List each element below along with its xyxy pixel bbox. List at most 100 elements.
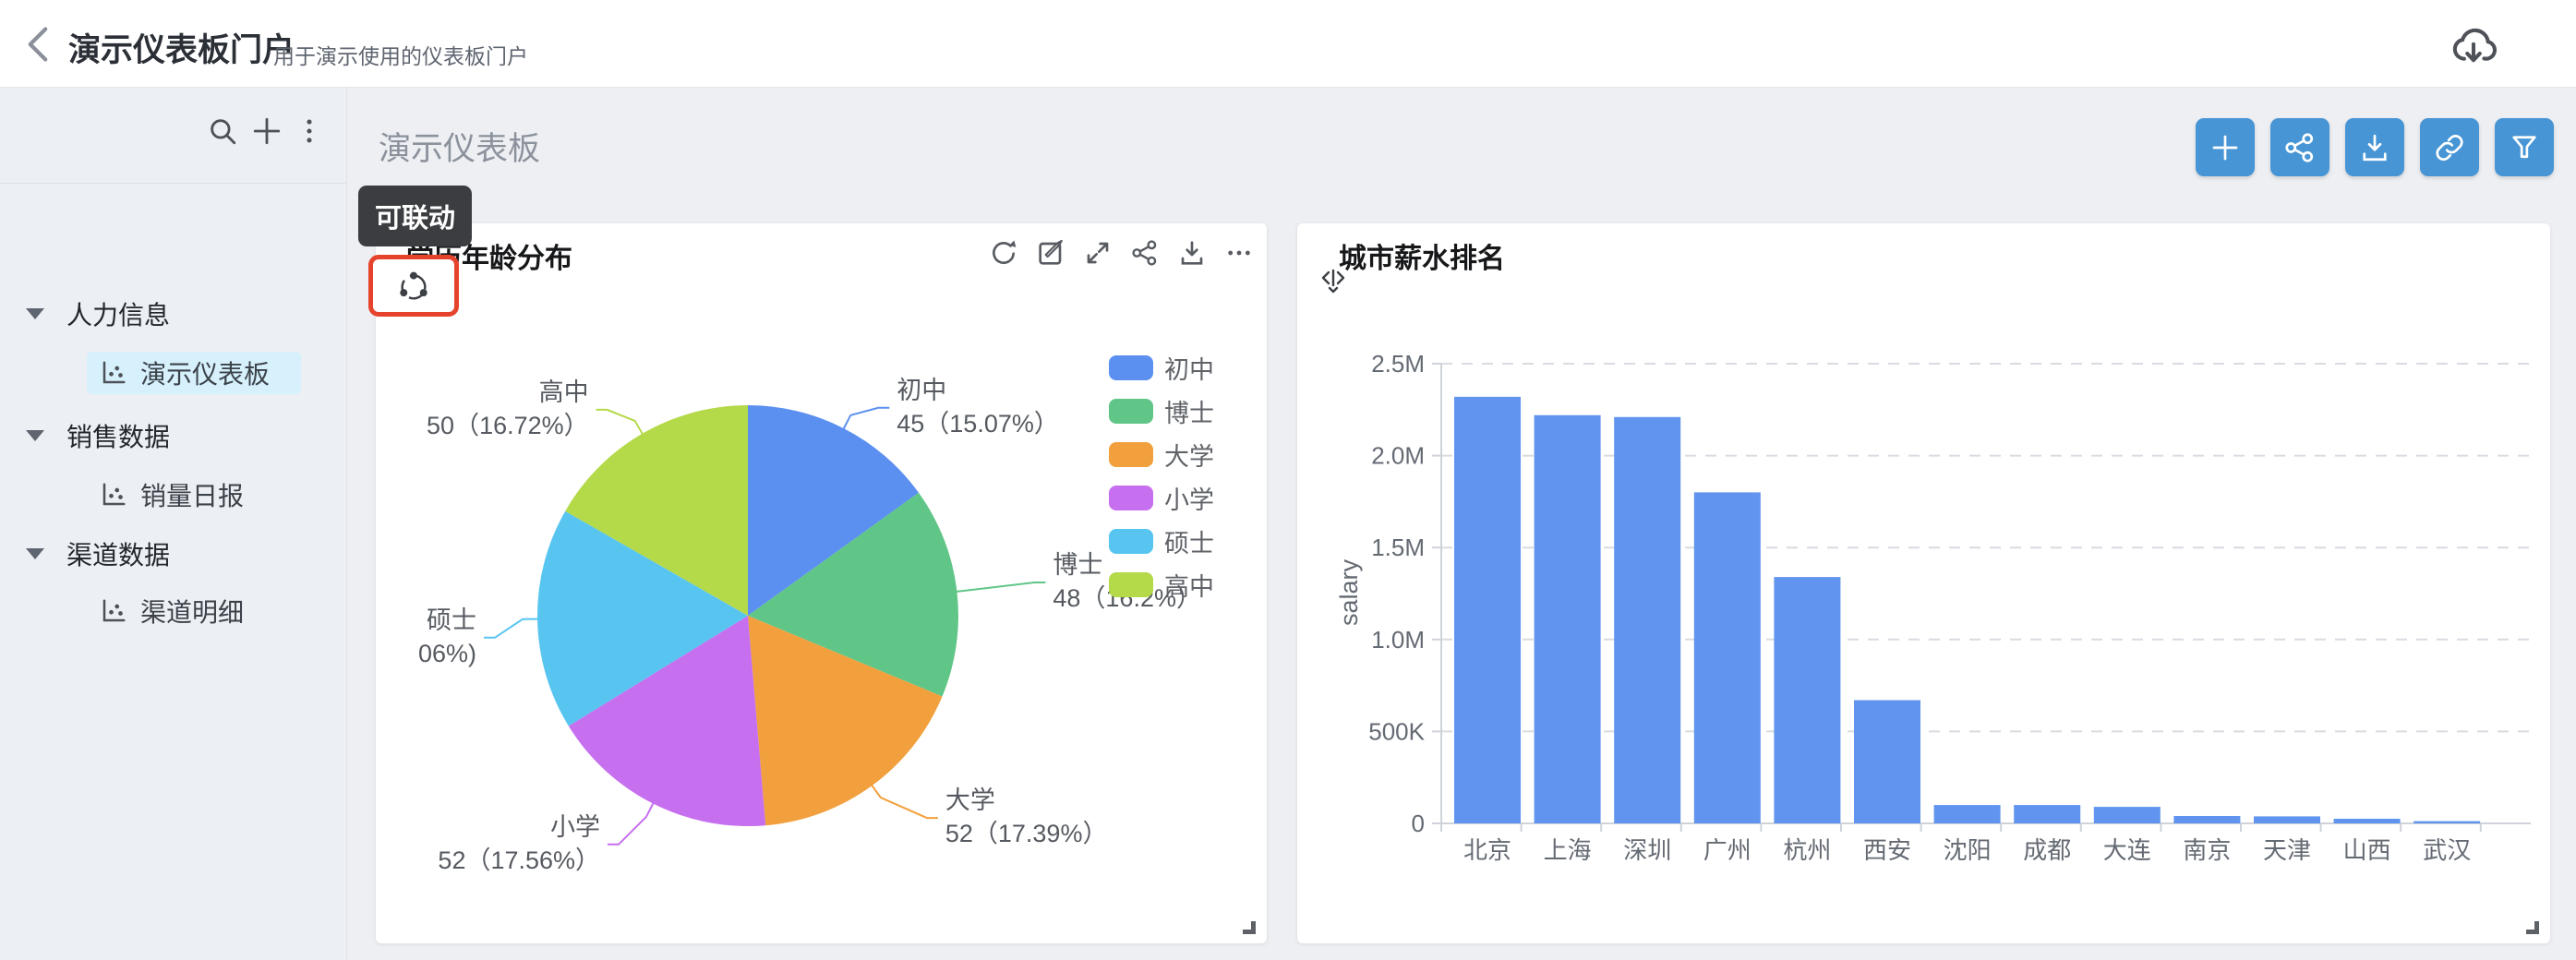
portal-subtitle: 用于演示使用的仪表板门户 xyxy=(273,39,528,70)
pie-data-label: 大学 xyxy=(945,786,995,814)
legend-swatch xyxy=(1109,355,1153,380)
y-tick-label: 500K xyxy=(1368,717,1425,745)
legend-swatch xyxy=(1109,572,1153,597)
pie-card: 学历年龄分布 初中45（15.07%）博士48（16.2%）大学52（17.39… xyxy=(376,223,1267,943)
pie-data-label-value: 52（17.56%） xyxy=(438,846,600,874)
legend-item-小学[interactable]: 小学 xyxy=(1109,476,1214,520)
caret-down-icon[interactable] xyxy=(26,308,44,319)
search-icon[interactable] xyxy=(207,115,238,147)
tree-group-label: 销售数据 xyxy=(66,417,170,454)
resize-handle[interactable] xyxy=(1243,921,1256,934)
legend-label: 大学 xyxy=(1164,437,1214,473)
cloud-download-icon[interactable] xyxy=(2449,20,2498,70)
bar-北京[interactable] xyxy=(1454,397,1521,823)
tree-item-channel-detail[interactable]: 渠道明细 xyxy=(100,590,244,632)
legend-label: 博士 xyxy=(1164,393,1214,429)
tree-item-demo-dashboard[interactable]: 演示仪表板 xyxy=(87,352,301,394)
tree-item-sales-daily[interactable]: 销量日报 xyxy=(100,474,244,516)
dashboard-title: 演示仪表板 xyxy=(379,123,540,170)
bar-card: 城市薪水排名 2.5M2.0M1.5M1.0M500K0salary北京上海深圳… xyxy=(1297,223,2550,943)
x-category-label: 北京 xyxy=(1463,836,1511,864)
x-category-label: 杭州 xyxy=(1783,836,1831,864)
caret-down-icon[interactable] xyxy=(26,548,44,559)
y-tick-label: 1.5M xyxy=(1371,534,1425,561)
kebab-menu-icon[interactable] xyxy=(294,115,325,147)
bar-广州[interactable] xyxy=(1694,492,1761,823)
bar-山西[interactable] xyxy=(2334,819,2401,823)
legend-swatch xyxy=(1109,442,1153,467)
pie-data-label-value: 45（15.07%） xyxy=(897,410,1059,438)
x-category-label: 广州 xyxy=(1703,836,1751,864)
add-view-button[interactable] xyxy=(2196,118,2255,176)
add-icon[interactable] xyxy=(251,115,283,147)
pie-label-leader xyxy=(484,619,541,638)
pie-data-label: 初中 xyxy=(897,377,946,404)
tree-group-channel[interactable]: 渠道数据 xyxy=(26,533,170,575)
legend-swatch xyxy=(1109,486,1153,510)
y-axis-title: salary xyxy=(1335,558,1363,626)
pie-data-label: 高中 xyxy=(539,378,589,406)
bar-西安[interactable] xyxy=(1854,701,1920,824)
back-icon[interactable] xyxy=(22,24,54,65)
legend-item-博士[interactable]: 博士 xyxy=(1109,390,1214,433)
filter-button[interactable] xyxy=(2495,118,2554,176)
chart-icon xyxy=(100,597,127,625)
x-category-label: 深圳 xyxy=(1623,836,1671,864)
legend-swatch xyxy=(1109,529,1153,554)
bar-沈阳[interactable] xyxy=(1934,805,2001,823)
download-button[interactable] xyxy=(2345,118,2404,176)
bar-杭州[interactable] xyxy=(1774,577,1840,823)
bar-大连[interactable] xyxy=(2094,807,2161,823)
legend-item-高中[interactable]: 高中 xyxy=(1109,563,1214,606)
tree-item-label: 渠道明细 xyxy=(140,593,244,630)
bar-成都[interactable] xyxy=(2014,805,2080,823)
bar-武汉[interactable] xyxy=(2413,822,2480,823)
sidebar: 人力信息 演示仪表板 销售数据 销量日报 xyxy=(0,88,347,960)
pie-data-label: 小学 xyxy=(550,813,600,841)
x-category-label: 上海 xyxy=(1544,836,1592,864)
pie-data-label: 博士 xyxy=(1053,551,1102,579)
tree-item-label: 销量日报 xyxy=(140,476,244,513)
bar-南京[interactable] xyxy=(2173,816,2240,823)
x-category-label: 西安 xyxy=(1863,836,1911,864)
y-tick-label: 2.0M xyxy=(1371,442,1425,470)
y-tick-label: 0 xyxy=(1412,810,1425,837)
pie-label-leader xyxy=(608,800,655,845)
legend-label: 小学 xyxy=(1164,480,1214,516)
portal-title: 演示仪表板门户 xyxy=(68,24,295,71)
x-category-label: 山西 xyxy=(2343,836,2391,864)
caret-down-icon[interactable] xyxy=(26,430,44,441)
tree-item-label: 演示仪表板 xyxy=(140,354,270,391)
y-tick-label: 1.0M xyxy=(1371,626,1425,654)
linkage-highlight-box[interactable] xyxy=(368,255,459,317)
x-category-label: 大连 xyxy=(2103,836,2151,864)
legend-item-初中[interactable]: 初中 xyxy=(1109,346,1214,390)
pie-data-label-value: 50（16.72%） xyxy=(427,412,589,439)
tree-group-sales[interactable]: 销售数据 xyxy=(26,414,170,457)
bar-上海[interactable] xyxy=(1535,415,1601,823)
x-category-label: 南京 xyxy=(2183,836,2231,864)
linkage-icon[interactable] xyxy=(396,269,431,304)
bar-天津[interactable] xyxy=(2254,816,2320,823)
y-tick-label: 2.5M xyxy=(1371,350,1425,378)
pie-data-label-value: 52（17.39%） xyxy=(945,820,1108,847)
chart-icon xyxy=(100,481,127,509)
legend-swatch xyxy=(1109,399,1153,424)
pie-data-label-value: 06%) xyxy=(418,640,476,667)
pie-label-leader xyxy=(596,410,644,437)
share-button[interactable] xyxy=(2270,118,2329,176)
x-category-label: 天津 xyxy=(2263,836,2311,864)
legend-label: 高中 xyxy=(1164,567,1214,603)
legend-item-大学[interactable]: 大学 xyxy=(1109,433,1214,476)
legend-item-硕士[interactable]: 硕士 xyxy=(1109,520,1214,563)
link-button[interactable] xyxy=(2420,118,2479,176)
pie-legend: 初中博士大学小学硕士高中 xyxy=(1109,346,1214,606)
bar-深圳[interactable] xyxy=(1614,417,1680,823)
tree-group-hr[interactable]: 人力信息 xyxy=(26,293,170,335)
legend-label: 硕士 xyxy=(1164,523,1214,559)
sidebar-toolbar xyxy=(0,88,346,184)
linkage-tooltip: 可联动 xyxy=(358,186,472,246)
tree-group-label: 人力信息 xyxy=(66,295,170,332)
pie-data-label: 硕士 xyxy=(427,606,476,634)
resize-handle[interactable] xyxy=(2526,921,2539,934)
